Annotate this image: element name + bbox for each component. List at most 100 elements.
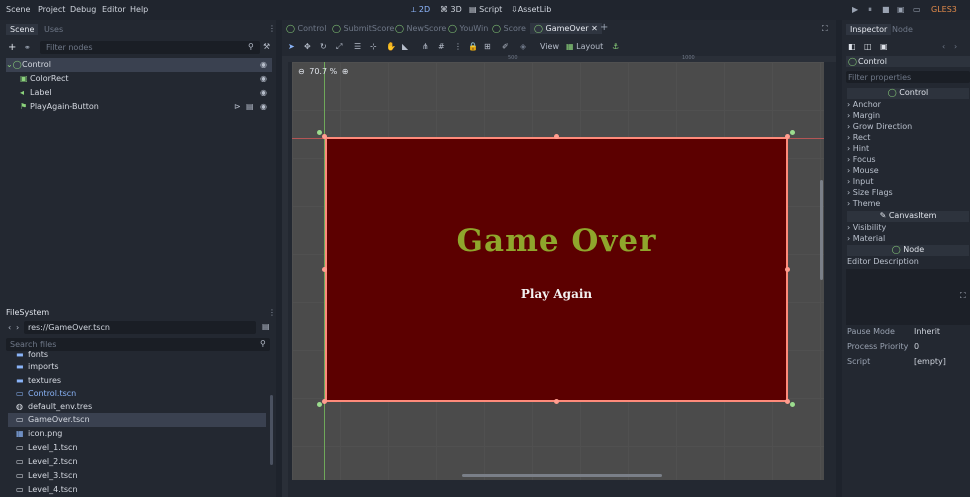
resize-handle-bottom[interactable]	[554, 399, 559, 404]
script-value[interactable]: [empty]	[914, 357, 946, 366]
tree-node-control[interactable]: ⌄◯ Control ◉	[6, 58, 272, 72]
resize-handle-top[interactable]	[554, 134, 559, 139]
create-resource-icon[interactable]: ◧	[848, 42, 856, 51]
filesystem-scrollbar[interactable]	[270, 395, 273, 465]
script-attach-icon[interactable]: ⚒	[263, 42, 270, 51]
link-icon[interactable]: ⚭	[24, 43, 31, 52]
menu-help[interactable]: Help	[130, 5, 148, 14]
scene-tab-control[interactable]: ◯ Control	[286, 24, 326, 33]
prop-input[interactable]: › Input	[847, 177, 969, 188]
renderer-label[interactable]: GLES3	[931, 5, 957, 14]
fs-file-level-1[interactable]: ▭ Level_1.tscn	[8, 441, 266, 455]
fs-file-level-2[interactable]: ▭ Level_2.tscn	[8, 455, 266, 469]
nav-forward-icon[interactable]: ›	[16, 323, 19, 332]
scene-tab-newscore[interactable]: ◯ NewScore	[395, 24, 446, 33]
resize-handle-left[interactable]	[322, 267, 327, 272]
nav-back-icon[interactable]: ‹	[8, 323, 11, 332]
anchor-icon[interactable]: ⚓	[612, 42, 619, 51]
distraction-free-icon[interactable]: ⛶	[822, 24, 828, 34]
resize-handle-top-right[interactable]	[785, 134, 790, 139]
tree-node-label[interactable]: ◂ Label ◉	[6, 86, 272, 100]
menu-project[interactable]: Project	[38, 5, 65, 14]
tab-scene[interactable]: Scene	[6, 24, 39, 35]
play-icon[interactable]: ▶	[852, 5, 858, 14]
workspace-3d[interactable]: ⌘ 3D	[440, 5, 462, 14]
visibility-eye-icon[interactable]: ◉	[260, 74, 267, 83]
open-resource-icon[interactable]: ◫	[864, 42, 872, 51]
path-field[interactable]: res://GameOver.tscn	[24, 321, 256, 334]
pause-icon[interactable]: ⏸	[868, 5, 872, 15]
prop-grow-direction[interactable]: › Grow Direction	[847, 122, 969, 133]
view-menu[interactable]: View	[540, 42, 559, 51]
menu-editor[interactable]: Editor	[102, 5, 126, 14]
dock-menu-icon[interactable]: ⋮	[268, 24, 276, 33]
dock-menu-icon[interactable]: ⋮	[268, 308, 276, 317]
tree-node-colorrect[interactable]: ▣ ColorRect ◉	[6, 72, 272, 86]
camera-icon[interactable]: ◈	[520, 42, 526, 51]
pan-icon[interactable]: ✋	[386, 42, 396, 51]
fs-file-level-3[interactable]: ▭ Level_3.tscn	[8, 469, 266, 483]
menu-scene[interactable]: Scene	[6, 5, 30, 14]
fs-folder-imports[interactable]: ▬ imports	[8, 360, 266, 374]
anchor-gizmo-bottom-right[interactable]	[790, 402, 795, 407]
prop-hint[interactable]: › Hint	[847, 144, 969, 155]
workspace-assetlib[interactable]: ⇩AssetLib	[511, 5, 551, 14]
prop-focus[interactable]: › Focus	[847, 155, 969, 166]
visibility-eye-icon[interactable]: ◉	[260, 102, 267, 111]
grid-icon[interactable]: #	[438, 42, 445, 51]
more-icon[interactable]: ⋮	[454, 42, 462, 51]
scene-tab-score[interactable]: ◯ Score	[492, 24, 526, 33]
resize-handle-bottom-left[interactable]	[322, 399, 327, 404]
anchor-gizmo-top-right[interactable]	[790, 130, 795, 135]
ruler-icon[interactable]: ◣	[402, 42, 408, 51]
bone-icon[interactable]: ✐	[502, 42, 509, 51]
select-tool-icon[interactable]: ➤	[288, 42, 295, 51]
anchor-gizmo-top-left[interactable]	[317, 130, 322, 135]
prop-anchor[interactable]: › Anchor	[847, 100, 969, 111]
resize-handle-right[interactable]	[785, 267, 790, 272]
move-tool-icon[interactable]: ✥	[304, 42, 311, 51]
scene-tab-gameover[interactable]: ◯ GameOver ✕	[530, 23, 602, 34]
scale-tool-icon[interactable]: ⤢	[336, 42, 342, 52]
play-custom-icon[interactable]: ▭	[913, 5, 921, 14]
tab-node[interactable]: Node	[888, 24, 917, 35]
list-select-icon[interactable]: ☰	[354, 42, 361, 51]
zoom-out-icon[interactable]: ⊖	[298, 67, 305, 76]
anchor-gizmo-bottom-left[interactable]	[317, 402, 322, 407]
visibility-eye-icon[interactable]: ◉	[260, 60, 267, 69]
fs-file-gameover-tscn[interactable]: ▭ GameOver.tscn	[8, 413, 266, 427]
tree-node-playagain-button[interactable]: ⚑ PlayAgain-Button ⊳ ▤ ◉	[6, 100, 272, 114]
prop-theme[interactable]: › Theme	[847, 199, 969, 210]
play-scene-icon[interactable]: ▣	[897, 5, 905, 14]
history-back-icon[interactable]: ‹	[942, 42, 945, 51]
pause-mode-select[interactable]: Inherit	[914, 327, 940, 336]
lock-icon[interactable]: 🔒	[468, 42, 478, 51]
pivot-icon[interactable]: ⊹	[370, 42, 377, 51]
fs-file-icon-png[interactable]: ▦ icon.png	[8, 427, 266, 441]
scene-tab-submitscore[interactable]: ◯ SubmitScore	[332, 24, 394, 33]
resize-handle-top-left[interactable]	[322, 134, 327, 139]
add-node-icon[interactable]: +	[8, 42, 16, 53]
signal-icon[interactable]: ⊳	[234, 102, 241, 111]
prop-mouse[interactable]: › Mouse	[847, 166, 969, 177]
canvas-horizontal-scrollbar[interactable]	[462, 474, 662, 477]
filter-properties-input[interactable]: Filter properties	[846, 71, 970, 83]
canvas-vertical-scrollbar[interactable]	[820, 180, 823, 280]
editor-description-textarea[interactable]: ⛶	[846, 269, 970, 325]
zoom-in-icon[interactable]: ⊕	[342, 67, 349, 76]
zoom-level[interactable]: 70.7 %	[309, 67, 337, 76]
filter-nodes-input[interactable]: Filter nodes ⚲	[40, 41, 260, 54]
expand-icon[interactable]: ⛶	[960, 291, 966, 301]
tab-inspector[interactable]: Inspector	[846, 24, 892, 35]
prop-size-flags[interactable]: › Size Flags	[847, 188, 969, 199]
menu-debug[interactable]: Debug	[70, 5, 96, 14]
scene-tab-youwin[interactable]: ◯ YouWin	[448, 24, 488, 33]
prop-margin[interactable]: › Margin	[847, 111, 969, 122]
tab-uses[interactable]: Uses	[40, 24, 67, 35]
layout-menu[interactable]: ▦ Layout	[566, 42, 603, 51]
script-icon[interactable]: ▤	[246, 102, 254, 111]
prop-rect[interactable]: › Rect	[847, 133, 969, 144]
group-icon[interactable]: ⊞	[484, 42, 491, 51]
snap-icon[interactable]: ⋔	[422, 42, 429, 51]
workspace-2d[interactable]: ⟂ 2D	[411, 5, 430, 15]
